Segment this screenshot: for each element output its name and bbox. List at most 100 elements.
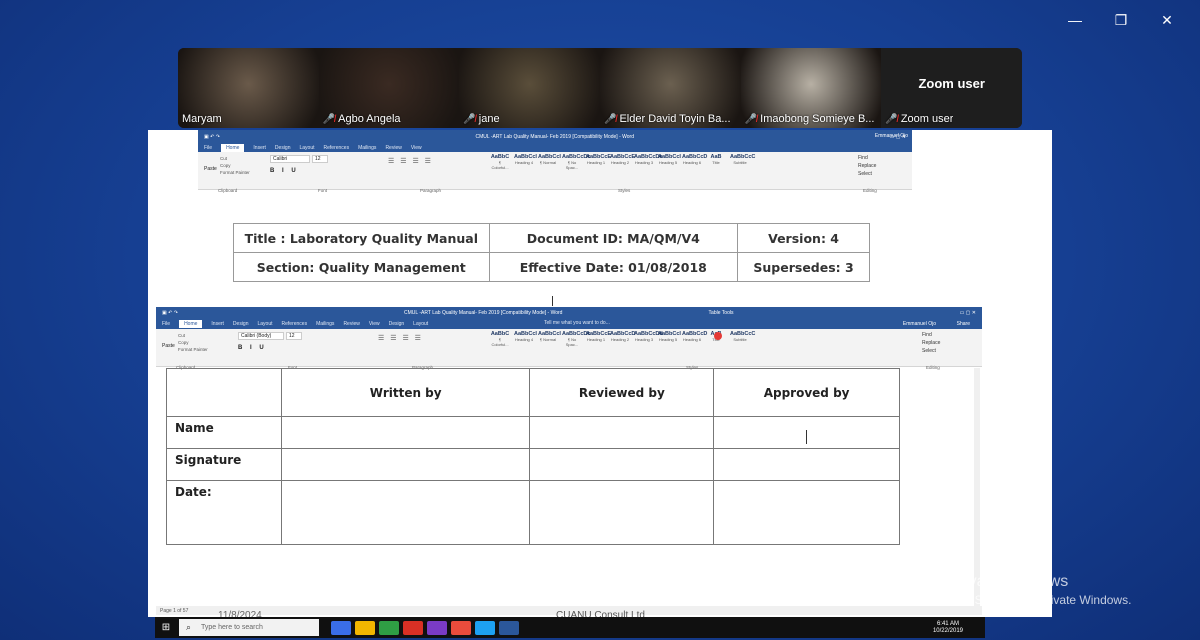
tab-references[interactable]: References — [282, 321, 308, 327]
style-option[interactable]: AaBbCcI Heading 4 — [514, 154, 537, 170]
table-header-cell[interactable]: Written by — [280, 368, 531, 417]
style-option[interactable]: AaBbCcI Heading 4 — [514, 331, 537, 347]
find-button[interactable]: Find — [858, 154, 876, 162]
tab-view[interactable]: View — [411, 145, 422, 151]
participant-tile[interactable]: 🎤̸ Agbo Angela — [318, 48, 460, 128]
copy-button[interactable]: Copy — [178, 339, 208, 346]
table-header-cell[interactable] — [166, 368, 282, 417]
taskbar-app-icon[interactable] — [499, 620, 519, 635]
table-cell[interactable] — [713, 480, 900, 545]
style-option[interactable]: AaBbCcDd Heading 3 — [634, 331, 663, 347]
tab-references[interactable]: References — [324, 145, 350, 151]
windows-start-icon[interactable]: ⊞ — [155, 617, 177, 638]
select-button[interactable]: Select — [858, 170, 876, 178]
table-cell[interactable] — [280, 448, 531, 481]
taskbar-app-icon[interactable] — [475, 620, 495, 635]
style-option[interactable]: AaBbCcI Heading 5 — [658, 331, 681, 347]
paste-button[interactable]: Paste — [162, 343, 175, 349]
font-name-select[interactable]: Calibri (Body) — [238, 332, 284, 340]
style-option[interactable]: AaBbCcI ¶ Normal — [538, 154, 561, 170]
tab-insert[interactable]: Insert — [211, 321, 224, 327]
style-option[interactable]: AaBbCcD Heading 2 — [610, 331, 635, 347]
paste-button[interactable]: Paste — [204, 166, 217, 172]
replace-button[interactable]: Replace — [922, 339, 940, 347]
signature-table[interactable]: Written by Reviewed by Approved by Name Sign… — [166, 368, 900, 545]
style-option[interactable]: AaBbCcC Subtitle — [730, 154, 755, 170]
quick-access-icon[interactable]: ▣ ↶ ↷ — [162, 310, 178, 316]
taskbar-app-icon[interactable] — [451, 620, 471, 635]
tab-file[interactable]: File — [204, 145, 212, 151]
style-option[interactable]: AaBbCcD Heading 6 — [682, 154, 707, 170]
tab-view[interactable]: View — [369, 321, 380, 327]
style-option[interactable]: AaBbCcDc ¶ No Spac... — [562, 154, 590, 170]
style-option[interactable]: AaBbCcDe Heading 3 — [634, 154, 662, 170]
tab-layout[interactable]: Layout — [258, 321, 273, 327]
replace-button[interactable]: Replace — [858, 162, 876, 170]
style-option[interactable]: AaBTitle — [706, 154, 726, 170]
cut-button[interactable]: Cut — [178, 332, 208, 339]
cut-button[interactable]: Cut — [220, 155, 250, 162]
table-header-cell[interactable]: Approved by — [713, 368, 900, 417]
row-label-cell[interactable]: Date: — [166, 480, 282, 545]
participant-tile[interactable]: 🎤̸ Elder David Toyin Ba... — [600, 48, 741, 128]
table-cell[interactable] — [280, 416, 531, 449]
tab-design[interactable]: Design — [275, 145, 291, 151]
tab-insert[interactable]: Insert — [253, 145, 266, 151]
minimize-icon[interactable]: — — [1052, 8, 1098, 32]
table-cell[interactable] — [280, 480, 531, 545]
font-size-select[interactable]: 12 — [286, 332, 302, 340]
taskbar-app-icon[interactable] — [355, 620, 375, 635]
close-icon[interactable]: ✕ — [1144, 8, 1190, 32]
participant-tile[interactable]: 🎤̸ jane — [459, 48, 601, 128]
tell-me-input[interactable]: Tell me what you want to do... — [544, 320, 610, 326]
font-format-buttons[interactable]: B I U — [238, 345, 267, 351]
paragraph-buttons[interactable]: ☰ ☰ ☰ ☰ — [388, 157, 433, 165]
paragraph-buttons[interactable]: ☰ ☰ ☰ ☰ — [378, 334, 423, 342]
participant-tile[interactable]: Maryam — [178, 48, 319, 128]
copy-button[interactable]: Copy — [220, 162, 250, 169]
taskbar-app-icon[interactable] — [331, 620, 351, 635]
row-label-cell[interactable]: Name — [166, 416, 282, 449]
tab-design[interactable]: Design — [389, 321, 405, 327]
tab-layout[interactable]: Layout — [413, 321, 428, 327]
taskbar-search-input[interactable]: Type here to search — [179, 619, 319, 636]
tab-design[interactable]: Design — [233, 321, 249, 327]
table-cell[interactable] — [529, 416, 715, 449]
tab-mailings[interactable]: Mailings — [358, 145, 376, 151]
select-button[interactable]: Select — [922, 347, 940, 355]
style-option[interactable]: AaBbCcDc ¶ No Spac... — [562, 331, 590, 347]
tab-home[interactable]: Home — [221, 143, 245, 152]
share-button[interactable]: Share — [957, 321, 970, 327]
tab-file[interactable]: File — [162, 321, 170, 327]
tab-mailings[interactable]: Mailings — [316, 321, 334, 327]
vertical-scrollbar[interactable] — [974, 368, 980, 606]
style-option[interactable]: AaBbC ¶ Colorful... — [490, 331, 510, 347]
tab-review[interactable]: Review — [385, 145, 401, 151]
font-format-buttons[interactable]: B I U — [270, 168, 299, 174]
tab-review[interactable]: Review — [343, 321, 359, 327]
style-option[interactable]: AaBbCcE Heading 2 — [610, 154, 635, 170]
format-painter-button[interactable]: Format Painter — [178, 346, 208, 353]
style-option[interactable]: AaBbCcI ¶ Normal — [538, 331, 561, 347]
participant-tile[interactable]: Zoom user 🎤̸ Zoom user — [881, 48, 1022, 128]
find-button[interactable]: Find — [922, 331, 940, 339]
participant-tile[interactable]: 🎤̸ Imaobong Somieye B... — [740, 48, 882, 128]
font-name-select[interactable]: Calibri — [270, 155, 310, 163]
window-buttons[interactable]: ▭ ▢ ✕ — [960, 310, 976, 316]
tab-layout[interactable]: Layout — [300, 145, 315, 151]
row-label-cell[interactable]: Signature — [166, 448, 282, 481]
table-cell[interactable] — [713, 448, 900, 481]
style-option[interactable]: AaBbCcC Subtitle — [730, 331, 755, 347]
format-painter-button[interactable]: Format Painter — [220, 169, 250, 176]
style-option[interactable]: AaBbCcI Heading 5 — [658, 154, 681, 170]
style-option[interactable]: AaBbCcD Heading 6 — [682, 331, 707, 347]
taskbar-app-icon[interactable] — [379, 620, 399, 635]
restore-icon[interactable]: ❐ — [1098, 8, 1144, 32]
table-cell[interactable] — [529, 480, 715, 545]
taskbar-app-icon[interactable] — [427, 620, 447, 635]
taskbar-app-icon[interactable] — [403, 620, 423, 635]
style-option[interactable]: AaBbCcE Heading 1 — [586, 154, 611, 170]
style-option[interactable]: AaBbCcE Heading 1 — [586, 331, 611, 347]
table-cell[interactable] — [529, 448, 715, 481]
table-header-cell[interactable]: Reviewed by — [529, 368, 715, 417]
